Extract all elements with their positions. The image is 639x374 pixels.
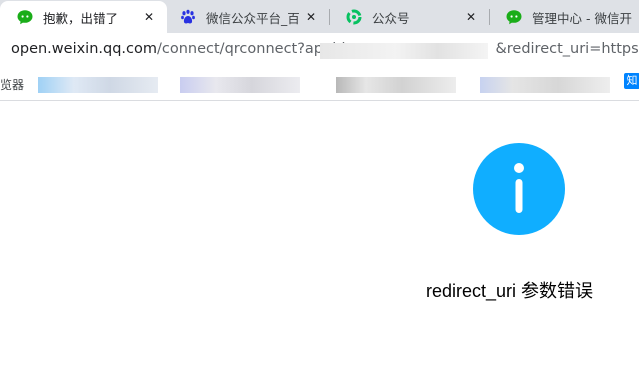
url-path: /connect/qrconnect?appid [157,41,346,57]
tab-title: 抱歉，出错了 [43,10,119,26]
tab-error-page[interactable]: 抱歉，出错了 ✕ [0,1,167,33]
tab-title: 公众号 [372,10,410,26]
bookmark-redacted[interactable] [38,77,158,93]
tab-title: 微信公众平台_百度 [206,10,299,26]
error-message: redirect_uri 参数错误 [426,281,594,301]
bookmarks-bar: 览器 知 [0,69,639,101]
tab-official-account[interactable]: 公众号 ✕ [329,1,489,33]
green-swirl-icon [346,9,362,25]
bookmark-label[interactable]: 览器 [0,76,24,93]
bookmark-redacted[interactable] [336,77,456,93]
bookmark-redacted[interactable] [480,77,610,93]
baidu-paw-icon [180,9,196,25]
info-icon [473,143,565,235]
zhihu-bookmark-icon[interactable]: 知 [624,73,639,89]
tab-strip: 抱歉，出错了 ✕ 微信公众平台_百度 ✕ 公众号 ✕ [0,0,639,33]
tab-admin-center[interactable]: 管理中心 - 微信开 [489,1,639,33]
bookmark-redacted[interactable] [180,77,300,93]
close-tab-icon[interactable]: ✕ [141,10,157,24]
tab-baidu-search[interactable]: 微信公众平台_百度 ✕ [163,1,329,33]
url-host: open.weixin.qq.com [11,41,157,57]
wechat-icon [17,9,33,25]
url-suffix: &redirect_uri=https://w [495,41,639,57]
wechat-icon [506,9,522,25]
close-tab-icon[interactable]: ✕ [463,10,479,24]
redacted-url-segment [320,43,488,59]
close-tab-icon[interactable]: ✕ [303,10,319,24]
tab-title: 管理中心 - 微信开 [532,10,632,26]
